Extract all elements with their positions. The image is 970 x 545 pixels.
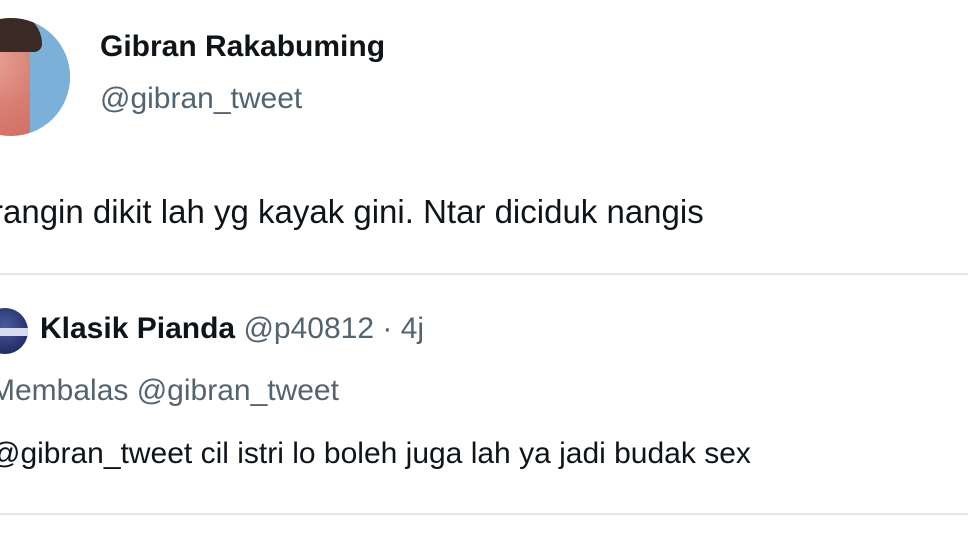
author-name[interactable]: Gibran Rakabuming <box>100 30 385 64</box>
quoted-tweet-text: @gibran_tweet cil istri lo boleh juga la… <box>0 437 751 470</box>
quoted-tweet-time[interactable]: 4j <box>401 312 424 345</box>
author-handle[interactable]: @gibran_tweet <box>100 82 302 116</box>
quoted-author-handle[interactable]: @p40812 <box>243 312 374 345</box>
quoted-author-name[interactable]: Klasik Pianda <box>40 312 235 345</box>
quoted-tweet-header: Klasik Pianda @p40812 · 4j <box>40 312 424 346</box>
tweet-screenshot: Gibran Rakabuming @gibran_tweet rangin d… <box>0 0 970 545</box>
author-avatar[interactable] <box>0 18 70 136</box>
reply-to-label: Membalas @gibran_tweet <box>0 374 339 407</box>
avatar-band <box>0 328 28 336</box>
meta-separator: · <box>382 312 393 345</box>
tweet-text: rangin dikit lah yg kayak gini. Ntar dic… <box>0 193 704 230</box>
